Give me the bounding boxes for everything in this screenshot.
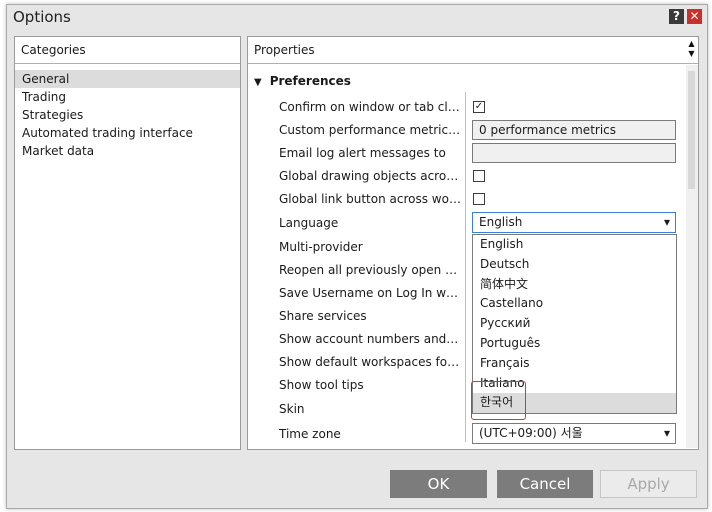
prop-label: Save Username on Log In window: [279, 286, 461, 300]
language-select-value: English: [479, 215, 523, 229]
cancel-button[interactable]: Cancel: [497, 470, 593, 498]
category-item-general[interactable]: General: [15, 70, 240, 88]
properties-header: Properties ▲ ▼: [248, 37, 698, 64]
language-option-deutsch[interactable]: Deutsch: [473, 255, 676, 275]
section-title: Preferences: [269, 74, 351, 88]
confirm-close-checkbox[interactable]: ✓: [473, 101, 485, 113]
language-option-chinese[interactable]: 简体中文: [473, 275, 676, 295]
prop-label: Show default workspaces folder: [279, 355, 461, 369]
email-log-field[interactable]: [472, 143, 676, 163]
prop-label: Email log alert messages to: [279, 146, 446, 160]
language-option-portugues[interactable]: Português: [473, 334, 676, 354]
prop-label: Multi-provider: [279, 240, 363, 254]
categories-header: Categories: [15, 37, 240, 64]
time-zone-select[interactable]: (UTC+09:00) 서울 ▾: [472, 423, 676, 444]
section-preferences[interactable]: ▼ Preferences: [254, 74, 351, 88]
prop-label: Skin: [279, 402, 305, 416]
check-icon: ✓: [474, 101, 484, 112]
scroll-down-arrow-icon[interactable]: ▼: [687, 50, 696, 58]
annotation-highlight-box: [471, 381, 526, 420]
prop-label: Share services: [279, 309, 367, 323]
language-option-english[interactable]: English: [473, 235, 676, 255]
category-item-trading[interactable]: Trading: [15, 88, 240, 106]
window-title: Options: [13, 8, 71, 26]
prop-label: Global drawing objects across w...: [279, 169, 461, 183]
prop-label: Show account numbers and bal...: [279, 332, 461, 346]
properties-header-label: Properties: [254, 43, 315, 57]
collapse-triangle-icon[interactable]: ▼: [254, 77, 262, 88]
close-icon[interactable]: ✕: [687, 9, 702, 24]
chevron-down-icon[interactable]: ▾: [664, 213, 670, 232]
scroll-up-arrow-icon[interactable]: ▲: [687, 40, 696, 48]
global-drawing-objects-checkbox[interactable]: [473, 170, 485, 182]
prop-label: Custom performance metric(s): [279, 123, 461, 137]
properties-scrollbar[interactable]: [686, 65, 698, 448]
time-zone-value: (UTC+09:00) 서울: [479, 426, 583, 440]
options-window: Options ? ✕ Categories General Trading S…: [6, 4, 708, 509]
column-divider[interactable]: [465, 92, 466, 442]
category-item-market-data[interactable]: Market data: [15, 142, 240, 160]
language-option-castellano[interactable]: Castellano: [473, 294, 676, 314]
language-option-russian[interactable]: Русский: [473, 314, 676, 334]
prop-label: Time zone: [279, 427, 341, 441]
chevron-down-icon[interactable]: ▾: [664, 424, 670, 443]
prop-label: Show tool tips: [279, 378, 364, 392]
categories-header-label: Categories: [21, 43, 86, 57]
help-icon[interactable]: ?: [669, 9, 684, 24]
prop-label: Confirm on window or tab close: [279, 100, 461, 114]
language-dropdown-list: English Deutsch 简体中文 Castellano Русский …: [471, 234, 677, 420]
category-item-strategies[interactable]: Strategies: [15, 106, 240, 124]
categories-panel: Categories General Trading Strategies Au…: [14, 36, 241, 450]
title-bar[interactable]: Options ? ✕: [7, 5, 707, 29]
ok-button[interactable]: OK: [390, 470, 487, 498]
prop-label: Language: [279, 216, 339, 230]
properties-panel: Properties ▲ ▼ ▼ Preferences Confirm on w…: [247, 36, 699, 450]
performance-metrics-field[interactable]: 0 performance metrics: [472, 120, 676, 140]
prop-label: Global link button across works...: [279, 192, 461, 206]
language-option-francais[interactable]: Français: [473, 354, 676, 374]
apply-button[interactable]: Apply: [600, 470, 697, 498]
language-select[interactable]: English ▾: [472, 212, 676, 233]
category-item-automated-trading-interface[interactable]: Automated trading interface: [15, 124, 240, 142]
scrollbar-thumb[interactable]: [688, 71, 695, 189]
global-link-button-checkbox[interactable]: [473, 193, 485, 205]
prop-label: Reopen all previously open work...: [279, 263, 461, 277]
categories-list: General Trading Strategies Automated tra…: [15, 70, 240, 160]
